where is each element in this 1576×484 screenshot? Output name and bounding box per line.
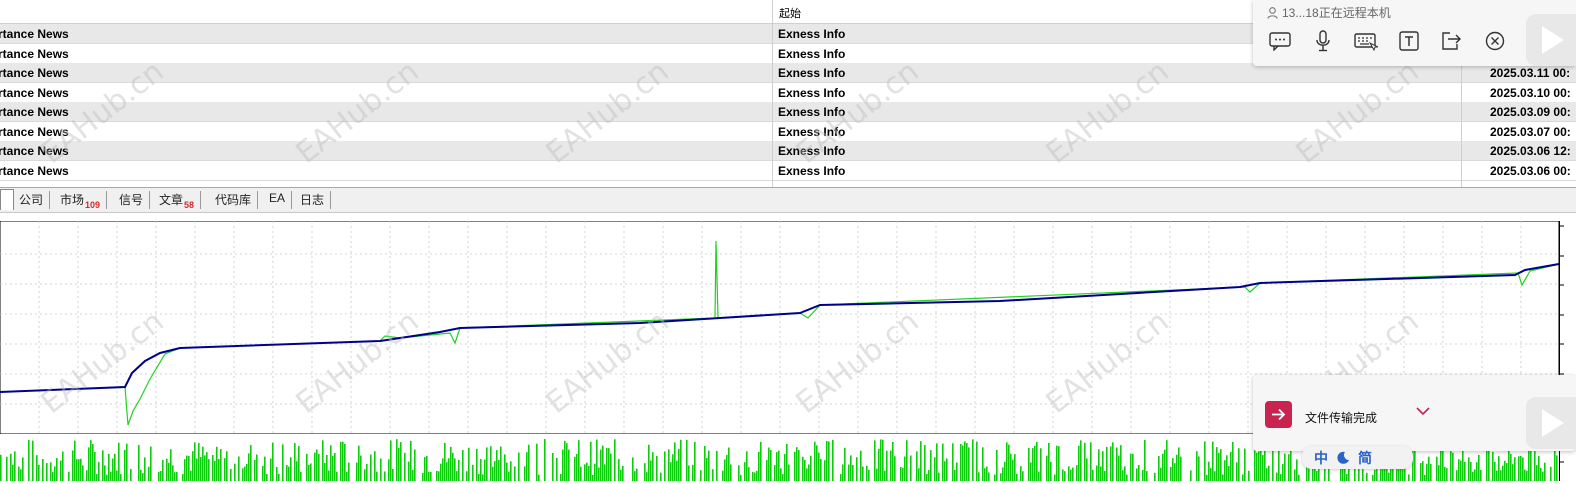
news-source: Exness Info <box>778 46 846 61</box>
remote-status: 13...18正在远程本机 <box>1267 4 1391 21</box>
file-transfer-message: 文件传输完成 <box>1305 411 1378 425</box>
news-date: 2025.03.10 00: <box>1490 85 1571 100</box>
news-source: Exness Info <box>778 144 846 158</box>
tab-6[interactable]: EA <box>263 191 293 209</box>
tab-label: 代码库 <box>215 193 252 207</box>
news-title: rtance News <box>0 144 69 158</box>
ime-mode: 中 <box>1314 450 1328 466</box>
chat-icon[interactable] <box>1267 30 1293 52</box>
microphone-icon[interactable] <box>1310 30 1336 52</box>
collapse-handle[interactable] <box>1526 397 1576 449</box>
tab-label: 市场 <box>60 193 85 207</box>
table-row[interactable]: rtance News Exness Info 2025.03.07 00: <box>0 122 1576 142</box>
table-row[interactable]: rtance News Exness Info 2025.03.06 00: <box>0 161 1576 181</box>
news-date: 2025.03.07 00: <box>1490 124 1571 139</box>
tab-3[interactable]: 信号 <box>113 191 151 209</box>
news-source: Exness Info <box>778 105 846 119</box>
news-source: Exness Info <box>778 85 846 100</box>
tab-5[interactable]: 代码库 <box>209 191 259 209</box>
play-icon <box>1542 26 1564 54</box>
collapse-handle[interactable] <box>1526 14 1576 66</box>
news-source: Exness Info <box>778 163 846 178</box>
tab-label: EA <box>269 191 286 205</box>
news-title: rtance News <box>0 66 69 80</box>
tab-1[interactable]: 公司 <box>13 191 51 209</box>
file-transfer-icon <box>1265 401 1292 428</box>
news-title: rtance News <box>0 85 69 100</box>
tab-badge: 109 <box>85 200 101 210</box>
column-header-start[interactable]: 起始 <box>779 5 801 21</box>
tab-label: 信号 <box>119 193 144 207</box>
tab-label: 文章 <box>159 193 184 207</box>
remote-status-text: 13...18正在远程本机 <box>1282 6 1391 20</box>
table-row-partial <box>0 180 1576 187</box>
news-title: rtance News <box>0 27 69 41</box>
tab-4[interactable]: 文章58 <box>153 191 202 210</box>
file-transfer-notification: 文件传输完成 <box>1253 375 1576 451</box>
table-row[interactable]: rtance News Exness Info 2025.03.11 00: <box>0 63 1576 83</box>
news-source: Exness Info <box>778 124 846 139</box>
news-source: Exness Info <box>778 66 846 80</box>
news-date: 2025.03.09 00: <box>1490 105 1571 119</box>
tab-badge: 58 <box>184 200 195 210</box>
chevron-down-icon[interactable] <box>1415 405 1431 420</box>
column-divider <box>772 0 773 187</box>
tab-label: 日志 <box>300 193 325 207</box>
tab-news-partial[interactable] <box>0 189 14 210</box>
news-title: rtance News <box>0 163 69 178</box>
tab-7[interactable]: 日志 <box>294 191 332 209</box>
news-title: rtance News <box>0 105 69 119</box>
news-source: Exness Info <box>778 27 846 41</box>
tab-label: 公司 <box>19 193 44 207</box>
tab-2[interactable]: 市场109 <box>54 191 108 210</box>
text-icon[interactable] <box>1396 30 1422 52</box>
news-date: 2025.03.06 00: <box>1490 163 1571 178</box>
close-icon[interactable] <box>1482 30 1508 52</box>
user-icon <box>1267 6 1278 19</box>
moon-icon <box>1337 451 1349 464</box>
news-date: 2025.03.06 12: <box>1490 144 1571 158</box>
news-title: rtance News <box>0 124 69 139</box>
news-date: 2025.03.11 00: <box>1490 66 1571 80</box>
ime-variant: 简 <box>1358 450 1372 466</box>
play-icon <box>1542 409 1564 437</box>
news-title: rtance News <box>0 46 69 61</box>
toolbox-tab-bar: 公司 市场109 信号 文章58 代码库 EA 日志 <box>0 187 1576 213</box>
table-row[interactable]: rtance News Exness Info 2025.03.09 00: <box>0 102 1576 122</box>
table-row[interactable]: rtance News Exness Info 2025.03.10 00: <box>0 83 1576 103</box>
table-row[interactable]: rtance News Exness Info 2025.03.06 12: <box>0 141 1576 161</box>
exit-icon[interactable] <box>1439 30 1465 52</box>
remote-session-toolbar: 13...18正在远程本机 <box>1253 0 1576 66</box>
ime-indicator[interactable]: 中 简 <box>1302 446 1413 469</box>
keyboard-icon[interactable] <box>1353 30 1379 52</box>
